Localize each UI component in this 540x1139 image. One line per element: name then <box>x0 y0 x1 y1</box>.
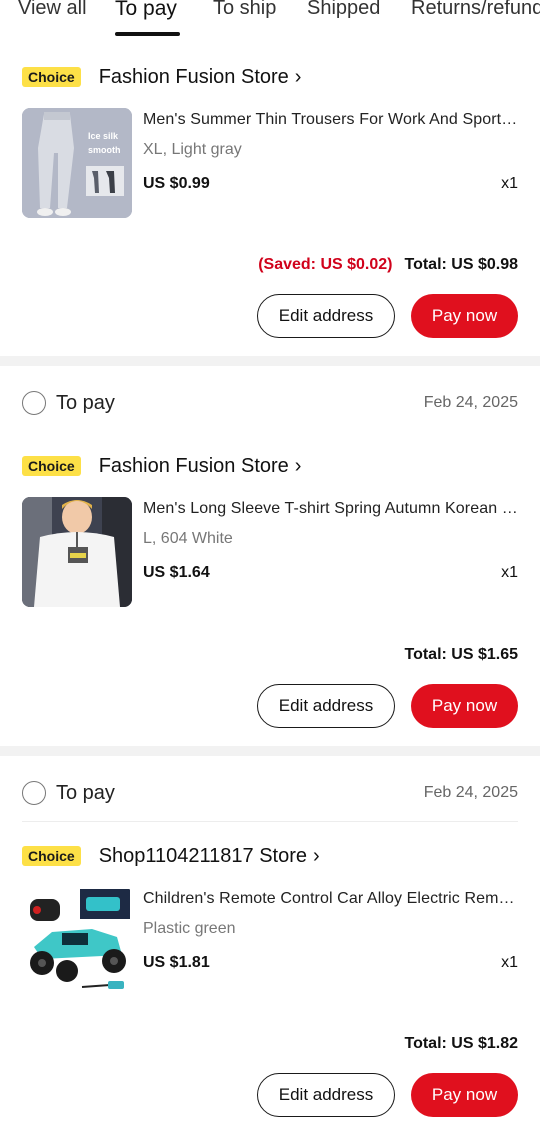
order-actions: Edit address Pay now <box>257 294 518 338</box>
section-divider <box>0 356 540 366</box>
store-row[interactable]: Choice Fashion Fusion Store › <box>22 451 301 481</box>
product-price: US $1.81 <box>143 954 210 971</box>
pay-now-button[interactable]: Pay now <box>411 684 518 728</box>
product-title[interactable]: Children's Remote Control Car Alloy Elec… <box>143 890 518 908</box>
pay-now-button[interactable]: Pay now <box>411 294 518 338</box>
order-total-row: Total: US $1.82 <box>404 1032 518 1056</box>
product-quantity: x1 <box>501 175 518 192</box>
edit-address-button[interactable]: Edit address <box>257 1073 395 1117</box>
tab-shipped[interactable]: Shipped <box>307 0 380 20</box>
order-total: Total: US $0.98 <box>404 256 518 273</box>
order-status-row: To pay Feb 24, 2025 <box>22 778 518 808</box>
store-row[interactable]: Choice Fashion Fusion Store › <box>22 62 301 92</box>
product-thumbnail[interactable] <box>22 887 132 997</box>
choice-badge: Choice <box>22 846 81 866</box>
thumb-text: Ice silk <box>88 131 119 141</box>
tab-returns-refund[interactable]: Returns/refund <box>411 0 540 20</box>
store-name[interactable]: Shop1104211817 Store <box>99 845 307 868</box>
product-title[interactable]: Men's Summer Thin Trousers For Work And … <box>143 111 518 129</box>
order-item[interactable]: Children's Remote Control Car Alloy Elec… <box>22 887 518 997</box>
tab-to-ship[interactable]: To ship <box>213 0 276 20</box>
order-tabs: View all To pay To ship Shipped Returns/… <box>0 0 540 38</box>
tab-to-pay[interactable]: To pay <box>115 0 177 21</box>
order-total-row: (Saved: US $0.02) Total: US $0.98 <box>258 253 518 277</box>
order-status-row: To pay Feb 24, 2025 <box>22 388 518 418</box>
order-total: Total: US $1.65 <box>404 646 518 663</box>
active-tab-indicator <box>115 32 180 36</box>
store-name[interactable]: Fashion Fusion Store <box>99 66 289 89</box>
product-variant: L, 604 White <box>143 530 233 547</box>
store-row[interactable]: Choice Shop1104211817 Store › <box>22 841 320 871</box>
product-thumbnail[interactable] <box>22 497 132 607</box>
chevron-right-icon[interactable]: › <box>295 66 302 89</box>
section-divider <box>0 746 540 756</box>
tab-view-all[interactable]: View all <box>18 0 87 20</box>
pay-now-button[interactable]: Pay now <box>411 1073 518 1117</box>
chevron-right-icon[interactable]: › <box>313 845 320 868</box>
chevron-right-icon[interactable]: › <box>295 455 302 478</box>
product-price: US $1.64 <box>143 564 210 581</box>
order-item[interactable]: Ice silk smooth Men's Summer Thin Trouse… <box>22 108 518 218</box>
order-item[interactable]: Men's Long Sleeve T-shirt Spring Autumn … <box>22 497 518 607</box>
saved-amount: (Saved: US $0.02) <box>258 256 393 273</box>
order-status: To pay <box>56 781 115 804</box>
divider-line <box>22 821 518 822</box>
product-variant: XL, Light gray <box>143 141 242 158</box>
order-date: Feb 24, 2025 <box>423 394 518 411</box>
edit-address-button[interactable]: Edit address <box>257 684 395 728</box>
product-thumbnail[interactable]: Ice silk smooth <box>22 108 132 218</box>
select-radio[interactable] <box>22 781 46 805</box>
choice-badge: Choice <box>22 456 81 476</box>
order-total: Total: US $1.82 <box>404 1035 518 1052</box>
choice-badge: Choice <box>22 67 81 87</box>
thumb-text: smooth <box>88 145 121 155</box>
product-quantity: x1 <box>501 564 518 581</box>
product-quantity: x1 <box>501 954 518 971</box>
order-date: Feb 24, 2025 <box>423 784 518 801</box>
product-price: US $0.99 <box>143 175 210 192</box>
edit-address-button[interactable]: Edit address <box>257 294 395 338</box>
order-actions: Edit address Pay now <box>257 1073 518 1117</box>
order-status: To pay <box>56 391 115 414</box>
product-variant: Plastic green <box>143 920 236 937</box>
product-title[interactable]: Men's Long Sleeve T-shirt Spring Autumn … <box>143 500 518 518</box>
order-total-row: Total: US $1.65 <box>404 643 518 667</box>
select-radio[interactable] <box>22 391 46 415</box>
store-name[interactable]: Fashion Fusion Store <box>99 455 289 478</box>
order-actions: Edit address Pay now <box>257 684 518 728</box>
